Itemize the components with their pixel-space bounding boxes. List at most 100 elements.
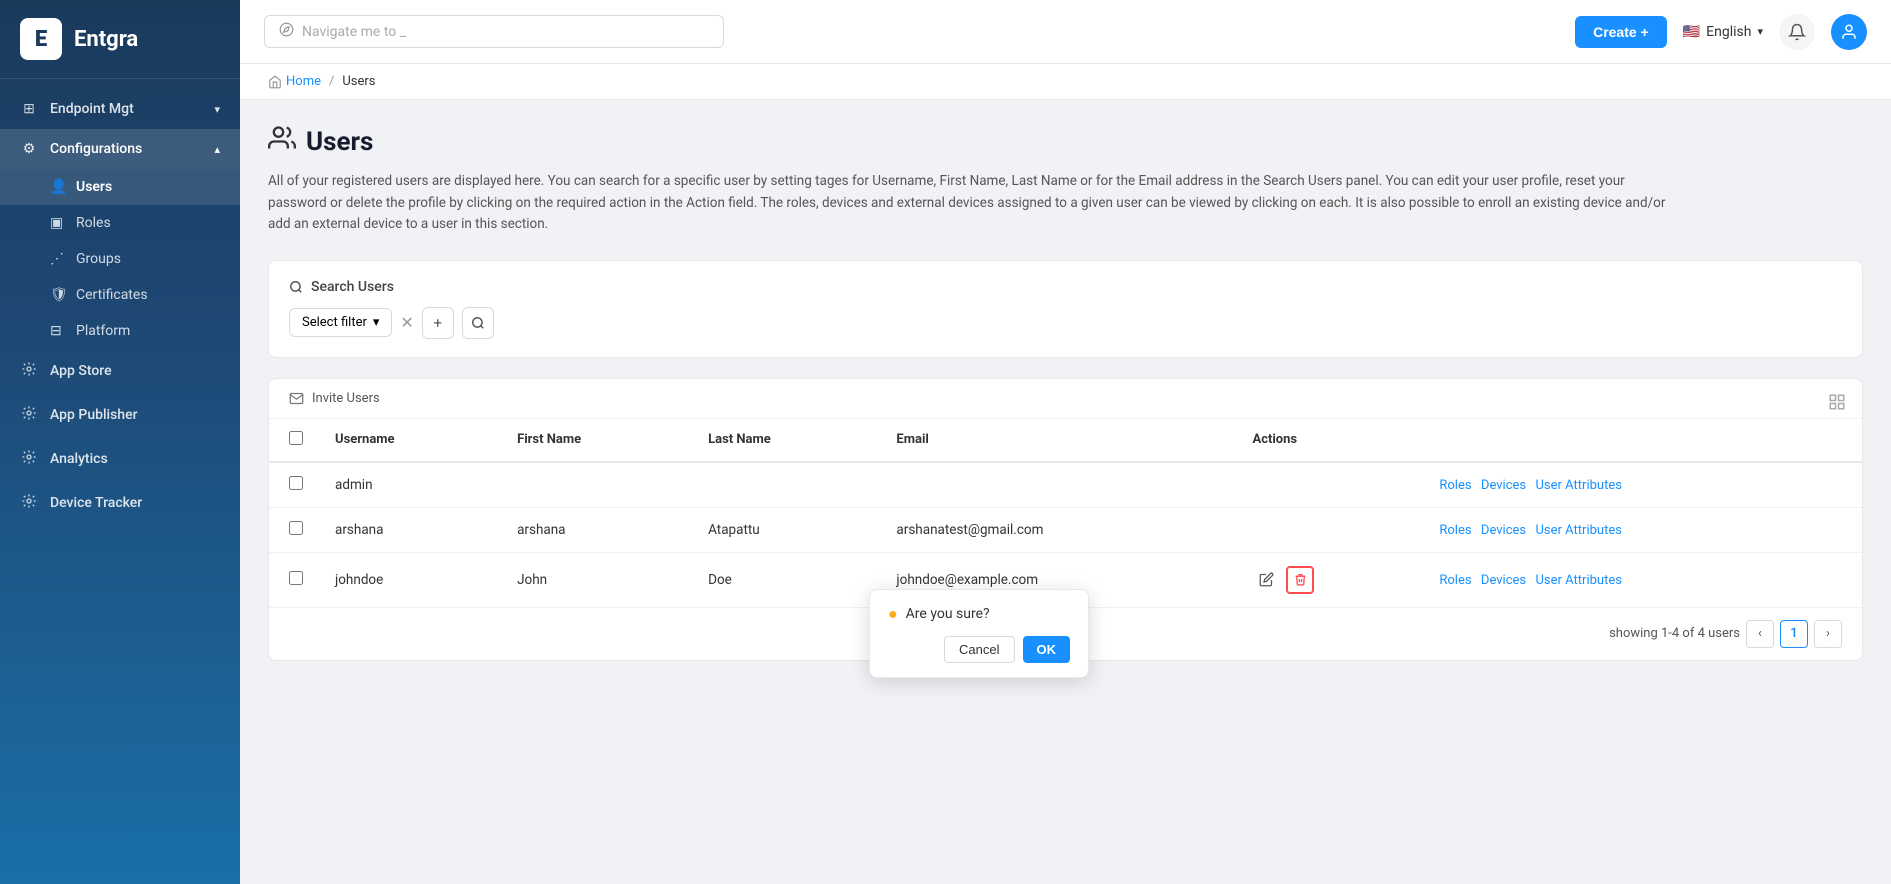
sidebar-item-roles[interactable]: ▣ Roles	[0, 205, 240, 241]
create-button[interactable]: Create +	[1575, 16, 1667, 48]
row-checkbox[interactable]	[289, 476, 303, 490]
sidebar-item-platform[interactable]: ⊟ Platform	[0, 313, 240, 349]
sidebar-item-label: App Store	[50, 363, 112, 379]
filter-select[interactable]: Select filter ▾	[289, 308, 392, 337]
sidebar-item-app-publisher[interactable]: App Publisher	[0, 393, 240, 437]
search-panel-label: Search Users	[311, 279, 394, 295]
roles-icon: ▣	[50, 215, 66, 231]
col-actions: Actions	[1236, 419, 1423, 462]
chevron-down-icon: ▾	[373, 315, 380, 330]
search-filter-row: Select filter ▾ ✕ +	[289, 307, 1842, 339]
user-avatar[interactable]	[1831, 14, 1867, 50]
roles-link[interactable]: Roles	[1439, 573, 1471, 588]
compass-icon	[279, 22, 294, 41]
sidebar-item-label: Device Tracker	[50, 495, 142, 511]
cell-username: arshana	[319, 507, 501, 552]
sidebar-logo: E Entgra	[0, 0, 240, 79]
language-selector[interactable]: 🇺🇸 English ▾	[1683, 24, 1763, 40]
navigate-search[interactable]: Navigate me to _	[264, 15, 724, 48]
ok-button[interactable]: OK	[1023, 636, 1071, 663]
topbar: Navigate me to _ Create + 🇺🇸 English ▾	[240, 0, 1891, 64]
sidebar-item-label: Users	[76, 179, 112, 195]
cell-action-links: Roles Devices User Attributes	[1423, 507, 1862, 552]
page-description: All of your registered users are display…	[268, 171, 1668, 236]
pagination-summary: showing 1-4 of 4 users	[1609, 626, 1740, 641]
filter-add-button[interactable]: +	[422, 307, 454, 339]
roles-link[interactable]: Roles	[1439, 478, 1471, 493]
sidebar-item-certificates[interactable]: 🛡 Certificates	[0, 277, 240, 313]
export-icon[interactable]	[1828, 393, 1846, 415]
sidebar-item-endpoint-mgt[interactable]: ⊞ Endpoint Mgt ▾	[0, 89, 240, 129]
brand-name: Entgra	[74, 27, 138, 52]
navigate-placeholder: Navigate me to _	[302, 24, 406, 40]
table-header-row: Username First Name Last Name Email Acti…	[269, 419, 1862, 462]
col-email: Email	[880, 419, 1236, 462]
sidebar-item-label: Groups	[76, 251, 121, 267]
user-attributes-link[interactable]: User Attributes	[1536, 573, 1622, 588]
content: Home / Users Users All of your registere…	[240, 64, 1891, 884]
sidebar-item-analytics[interactable]: Analytics	[0, 437, 240, 481]
user-attributes-link[interactable]: User Attributes	[1536, 478, 1622, 493]
cell-actions	[1236, 507, 1423, 552]
cell-username: johndoe	[319, 552, 501, 607]
filter-clear-button[interactable]: ✕	[400, 313, 413, 332]
users-table: Username First Name Last Name Email Acti…	[269, 419, 1862, 607]
row-checkbox[interactable]	[289, 521, 303, 535]
sidebar-item-configurations[interactable]: ⚙ Configurations ▴	[0, 129, 240, 169]
cell-lastname	[692, 462, 880, 508]
confirm-message: ● Are you sure?	[888, 604, 1070, 624]
devices-link[interactable]: Devices	[1481, 478, 1526, 493]
grid-icon: ⊞	[20, 101, 38, 117]
cell-firstname	[501, 462, 692, 508]
sidebar-item-label: Certificates	[76, 287, 148, 303]
publisher-icon	[20, 405, 38, 425]
page-title: Users	[306, 127, 373, 157]
current-page[interactable]: 1	[1780, 620, 1808, 648]
page-content: Users All of your registered users are d…	[240, 100, 1891, 685]
sidebar-item-label: Platform	[76, 323, 130, 339]
flag-icon: 🇺🇸	[1683, 24, 1700, 40]
main-area: Navigate me to _ Create + 🇺🇸 English ▾ H…	[240, 0, 1891, 884]
chevron-down-icon: ▾	[1757, 25, 1763, 38]
cell-email: arshanatest@gmail.com	[880, 507, 1236, 552]
devices-link[interactable]: Devices	[1481, 523, 1526, 538]
col-username: Username	[319, 419, 501, 462]
roles-link[interactable]: Roles	[1439, 523, 1471, 538]
next-page-button[interactable]: ›	[1814, 620, 1842, 648]
user-attributes-link[interactable]: User Attributes	[1536, 523, 1622, 538]
sidebar-item-users[interactable]: 👤 Users	[0, 169, 240, 205]
row-checkbox[interactable]	[289, 571, 303, 585]
prev-page-button[interactable]: ‹	[1746, 620, 1774, 648]
cell-actions	[1236, 462, 1423, 508]
col-firstname: First Name	[501, 419, 692, 462]
sidebar-item-app-store[interactable]: App Store	[0, 349, 240, 393]
invite-users-label: Invite Users	[312, 391, 380, 406]
sidebar-item-groups[interactable]: ⋰ Groups	[0, 241, 240, 277]
cell-actions	[1236, 552, 1423, 607]
table-row: admin Roles Devices User Attributes	[269, 462, 1862, 508]
page-title-row: Users	[268, 124, 1863, 159]
confirm-text: Are you sure?	[906, 606, 990, 622]
cell-email	[880, 462, 1236, 508]
appstore-icon	[20, 361, 38, 381]
confirm-buttons: Cancel OK	[888, 636, 1070, 663]
delete-button[interactable]	[1286, 566, 1314, 594]
platform-icon: ⊟	[50, 323, 66, 339]
breadcrumb: Home / Users	[240, 64, 1891, 100]
invite-users-row[interactable]: Invite Users	[269, 379, 1862, 419]
sidebar-item-device-tracker[interactable]: Device Tracker	[0, 481, 240, 525]
cell-lastname: Doe	[692, 552, 880, 607]
cell-firstname: arshana	[501, 507, 692, 552]
filter-search-button[interactable]	[462, 307, 494, 339]
edit-button[interactable]	[1252, 566, 1280, 594]
notification-bell[interactable]	[1779, 14, 1815, 50]
table-section: Invite Users Username First Name Last Na…	[268, 378, 1863, 661]
select-all-checkbox[interactable]	[289, 431, 303, 445]
warning-icon: ●	[888, 604, 898, 624]
devices-link[interactable]: Devices	[1481, 573, 1526, 588]
cancel-button[interactable]: Cancel	[944, 636, 1014, 663]
breadcrumb-home[interactable]: Home	[286, 74, 321, 89]
col-checkbox	[269, 419, 319, 462]
lang-label: English	[1706, 24, 1751, 40]
search-panel: Search Users Select filter ▾ ✕ +	[268, 260, 1863, 358]
